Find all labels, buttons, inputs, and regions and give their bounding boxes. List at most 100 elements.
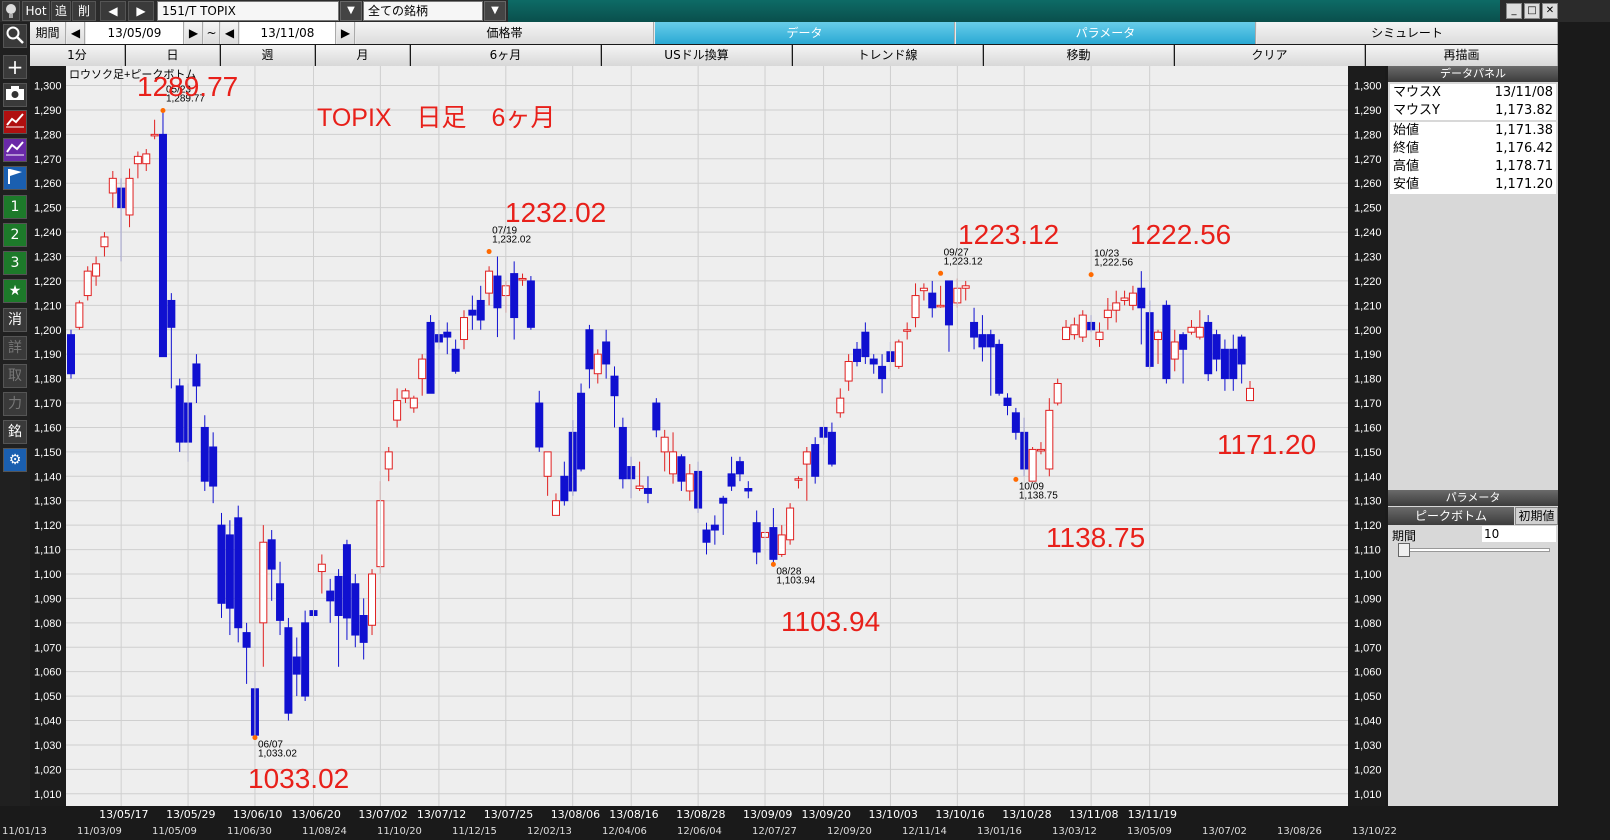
prev-button[interactable]: ◀	[100, 1, 126, 21]
y-tick-label-right: 1,290	[1354, 105, 1382, 117]
from-next-button[interactable]: ▶	[185, 22, 203, 44]
detail-button[interactable]: 詳	[3, 336, 27, 360]
overview-tick-label: 12/11/14	[902, 826, 947, 837]
candle-body	[468, 309, 477, 316]
candle-body	[460, 317, 468, 341]
flag-icon[interactable]	[3, 166, 27, 190]
x-tick-label: 13/09/20	[801, 808, 851, 821]
clear-button[interactable]: クリア	[1175, 45, 1365, 66]
from-date-field[interactable]: 13/05/09	[86, 22, 184, 44]
candle-body	[526, 280, 535, 328]
peak-annotation: 1103.94	[781, 606, 880, 637]
x-tick-label: 13/05/17	[99, 808, 149, 821]
candle-body	[618, 426, 627, 480]
symbol-field[interactable]: 151/T TOPIX	[157, 1, 339, 21]
period-prev-button[interactable]: ◀	[67, 22, 85, 44]
data-row-close: 終値 1,176.42	[1390, 140, 1556, 158]
filter-field[interactable]: 全ての銘柄	[363, 1, 483, 21]
x-tick-label: 13/08/16	[609, 808, 659, 821]
power-button[interactable]: 力	[3, 392, 27, 416]
candle-body	[1237, 336, 1246, 365]
peak-value-label: 1,103.94	[776, 575, 815, 586]
candle-body	[585, 329, 594, 370]
delete-button[interactable]: 削	[72, 1, 96, 21]
y-tick-label-left: 1,270	[34, 154, 62, 166]
candlestick-chart[interactable]: 1,010 1,010 1,020 1,020 1,030 1,030 1,040 1,040…	[30, 66, 1385, 806]
y-tick-label-left: 1,160	[34, 422, 62, 434]
next-button[interactable]: ▶	[128, 1, 154, 21]
tab-data[interactable]: データ	[655, 22, 955, 44]
data-row-high: 高値 1,178.71	[1390, 158, 1556, 176]
preset-3-button[interactable]: 3	[3, 251, 27, 275]
candle-body	[334, 575, 343, 617]
candle-body	[593, 353, 602, 375]
chevron-down-icon: ▼	[347, 5, 355, 16]
symbol-dropdown[interactable]: ▼	[340, 1, 362, 21]
candle-body	[100, 236, 109, 248]
y-tick-label-left: 1,190	[34, 349, 62, 361]
overview-tick-label: 11/08/24	[302, 826, 347, 837]
to-prev-button[interactable]: ◀	[221, 22, 239, 44]
candle-body	[1170, 341, 1179, 360]
tab-price-range[interactable]: 価格帯	[356, 22, 654, 44]
minimize-button[interactable]: _	[1506, 3, 1522, 19]
plus-icon[interactable]: +	[3, 55, 27, 79]
trade-button[interactable]: 取	[3, 364, 27, 388]
usd-convert-button[interactable]: USドル換算	[602, 45, 792, 66]
stock-button[interactable]: 銘	[3, 420, 27, 444]
line-chart-icon[interactable]	[3, 110, 27, 134]
period-slider-track[interactable]	[1398, 548, 1550, 552]
tab-simulate[interactable]: シミュレート	[1257, 22, 1558, 44]
interval-month[interactable]: 月	[316, 45, 410, 66]
candle-body	[451, 348, 460, 372]
hot-button[interactable]: Hot	[22, 1, 50, 21]
y-tick-label-right: 1,120	[1354, 520, 1382, 532]
data-row-label: マウスY	[1393, 103, 1440, 118]
gear-icon[interactable]: ⚙	[3, 448, 27, 472]
erase-button[interactable]: 消	[3, 308, 27, 332]
param-panel-title: パラメータ	[1388, 490, 1558, 506]
candle-body	[167, 299, 176, 328]
search-icon[interactable]	[3, 24, 27, 48]
candle-body	[342, 544, 351, 619]
tab-parameter[interactable]: パラメータ	[956, 22, 1256, 44]
trendline-button[interactable]: トレンド線	[793, 45, 983, 66]
interval-week[interactable]: 週	[221, 45, 315, 66]
filter-dropdown[interactable]: ▼	[484, 1, 506, 21]
data-row-open: 始値 1,171.38	[1390, 122, 1556, 140]
range-6month[interactable]: 6ヶ月	[411, 45, 601, 66]
compare-icon[interactable]	[3, 138, 27, 162]
y-tick-label-left: 1,240	[34, 227, 62, 239]
move-button[interactable]: 移動	[984, 45, 1174, 66]
data-row-value: 13/11/08	[1494, 85, 1553, 100]
tab-peak-bottom[interactable]: ピークボトム	[1388, 507, 1514, 525]
interval-1min[interactable]: 1分	[30, 45, 125, 66]
y-tick-label-left: 1,070	[34, 642, 62, 654]
candle-body	[1204, 321, 1213, 375]
bulb-icon[interactable]	[2, 1, 20, 21]
data-row-value: 1,176.42	[1495, 141, 1553, 156]
candle-body	[643, 488, 652, 494]
preset-1-button[interactable]: 1	[3, 195, 27, 219]
maximize-button[interactable]: □	[1524, 3, 1540, 19]
to-date-field[interactable]: 13/11/08	[240, 22, 336, 44]
reset-button[interactable]: 初期値	[1515, 507, 1558, 525]
star-icon[interactable]: ★	[3, 279, 27, 303]
to-next-button[interactable]: ▶	[337, 22, 355, 44]
camera-icon[interactable]	[3, 83, 27, 107]
candle-body	[443, 331, 452, 338]
period-slider-handle[interactable]	[1398, 543, 1410, 557]
candle-body	[125, 177, 134, 216]
add-button[interactable]: 追	[51, 1, 71, 21]
y-tick-label-left: 1,290	[34, 105, 62, 117]
interval-day[interactable]: 日	[126, 45, 220, 66]
y-tick-label-left: 1,010	[34, 789, 62, 801]
close-button[interactable]: ✕	[1542, 3, 1558, 19]
preset-2-button[interactable]: 2	[3, 223, 27, 247]
overview-tick-label: 12/07/27	[752, 826, 797, 837]
y-tick-label-left: 1,210	[34, 300, 62, 312]
data-row-value: 1,171.38	[1495, 123, 1553, 138]
candle-body	[142, 153, 151, 165]
redraw-button[interactable]: 再描画	[1366, 45, 1558, 66]
period-param-input[interactable]: 10	[1482, 526, 1556, 542]
